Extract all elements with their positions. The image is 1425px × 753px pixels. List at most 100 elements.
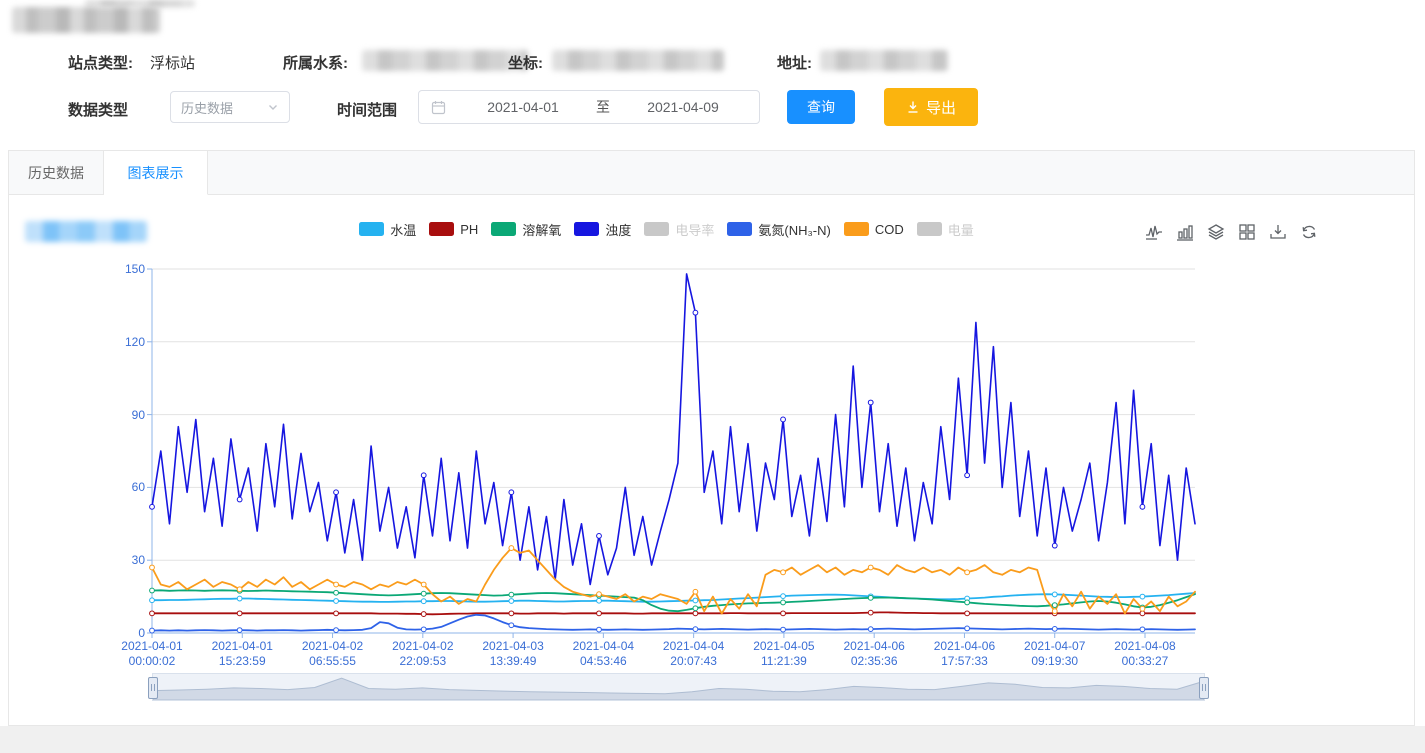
series-marker: [237, 611, 242, 616]
legend-item-COD[interactable]: COD: [844, 222, 904, 237]
series-marker: [868, 610, 873, 615]
data-zoom-slider[interactable]: [152, 673, 1205, 701]
legend-item-电量[interactable]: 电量: [917, 220, 974, 239]
query-button[interactable]: 查询: [787, 90, 855, 124]
series-marker: [150, 628, 155, 633]
series-line-浊度: [152, 274, 1195, 585]
series-marker: [421, 582, 426, 587]
series-marker: [1140, 504, 1145, 509]
data-type-label: 数据类型: [68, 99, 128, 120]
tab-chart-display[interactable]: 图表展示: [104, 151, 208, 195]
export-button-label: 导出: [926, 97, 956, 118]
series-marker: [1140, 627, 1145, 632]
series-marker: [965, 570, 970, 575]
series-marker: [693, 606, 698, 611]
series-marker: [421, 473, 426, 478]
x-tick-time: 02:35:36: [828, 654, 920, 669]
main-panel: 历史数据 图表展示 水温 PH 溶解氧 浊度电导率氨氮(NH₃-N) COD 电量: [8, 150, 1415, 726]
y-tick-label: 30: [99, 553, 145, 567]
x-tick-time: 13:39:49: [467, 654, 559, 669]
series-marker: [334, 590, 339, 595]
legend-item-电导率[interactable]: 电导率: [644, 220, 714, 239]
legend-label: COD: [875, 222, 904, 237]
tab-history-data[interactable]: 历史数据: [9, 151, 104, 194]
series-marker: [150, 588, 155, 593]
x-tick-date: 2021-04-02: [377, 639, 469, 654]
series-marker: [693, 598, 698, 603]
legend-chip: [727, 222, 752, 236]
data-zoom-right-handle[interactable]: [1199, 677, 1209, 699]
series-marker: [237, 596, 242, 601]
data-type-select[interactable]: 历史数据: [170, 91, 290, 123]
legend-label: PH: [460, 222, 478, 237]
date-end-value[interactable]: 2021-04-09: [628, 99, 738, 115]
legend-item-PH[interactable]: PH: [429, 222, 478, 237]
x-tick-label: 2021-04-0602:35:36: [828, 639, 920, 669]
series-marker: [965, 611, 970, 616]
series-marker: [1052, 609, 1057, 614]
x-tick-date: 2021-04-02: [287, 639, 379, 654]
water-system-label: 所属水系:: [283, 52, 348, 73]
x-tick-time: 20:07:43: [648, 654, 740, 669]
export-button[interactable]: 导出: [884, 88, 978, 126]
series-marker: [781, 600, 786, 605]
x-tick-label: 2021-04-0313:39:49: [467, 639, 559, 669]
series-marker: [509, 546, 514, 551]
station-type-label: 站点类型:: [68, 52, 133, 73]
series-marker: [150, 504, 155, 509]
x-tick-date: 2021-04-01: [106, 639, 198, 654]
legend-chip: [429, 222, 454, 236]
series-line-COD: [152, 548, 1195, 614]
magic-type-tiled-icon[interactable]: [1238, 223, 1256, 241]
series-marker: [965, 600, 970, 605]
series-marker: [150, 611, 155, 616]
series-marker: [1140, 594, 1145, 599]
date-separator: 至: [578, 97, 628, 117]
y-tick-label: 90: [99, 408, 145, 422]
series-marker: [421, 612, 426, 617]
legend-item-溶解氧[interactable]: 溶解氧: [491, 220, 561, 239]
y-tick-label: 60: [99, 480, 145, 494]
series-marker: [509, 611, 514, 616]
x-tick-time: 06:55:55: [287, 654, 379, 669]
chevron-down-icon: [267, 101, 279, 113]
series-marker: [693, 611, 698, 616]
legend-item-浊度[interactable]: 浊度: [574, 220, 631, 239]
legend-chip: [359, 222, 384, 236]
x-tick-time: 09:19:30: [1009, 654, 1101, 669]
x-tick-label: 2021-04-0115:23:59: [196, 639, 288, 669]
x-tick-date: 2021-04-06: [828, 639, 920, 654]
station-info-row: 站点类型: 浮标站 所属水系: 坐标: 地址:: [0, 48, 1425, 74]
series-marker: [1052, 626, 1057, 631]
legend-item-水温[interactable]: 水温: [359, 220, 416, 239]
series-marker: [421, 627, 426, 632]
restore-icon[interactable]: [1300, 223, 1318, 241]
x-tick-time: 17:57:33: [918, 654, 1010, 669]
x-tick-time: 22:09:53: [377, 654, 469, 669]
series-marker: [781, 417, 786, 422]
y-tick-label: 120: [99, 335, 145, 349]
data-zoom-left-handle[interactable]: [148, 677, 158, 699]
series-marker: [1052, 592, 1057, 597]
magic-type-line-icon[interactable]: [1145, 223, 1163, 241]
save-as-image-icon[interactable]: [1269, 223, 1287, 241]
series-marker: [597, 534, 602, 539]
magic-type-bar-icon[interactable]: [1176, 223, 1194, 241]
page-background-strip: [0, 726, 1425, 753]
date-range-picker[interactable]: 2021-04-01 至 2021-04-09: [418, 90, 760, 124]
magic-type-stack-icon[interactable]: [1207, 223, 1225, 241]
legend-label: 水温: [390, 220, 416, 239]
series-marker: [965, 473, 970, 478]
date-start-value[interactable]: 2021-04-01: [468, 99, 578, 115]
time-range-label: 时间范围: [337, 99, 397, 120]
legend-label: 浊度: [605, 220, 631, 239]
x-tick-date: 2021-04-07: [1009, 639, 1101, 654]
series-marker: [597, 592, 602, 597]
station-type-value: 浮标站: [150, 52, 195, 73]
series-marker: [781, 611, 786, 616]
legend-item-氨氮(NH₃-N)[interactable]: 氨氮(NH₃-N): [727, 220, 830, 239]
series-marker: [1052, 603, 1057, 608]
series-marker: [334, 628, 339, 633]
x-tick-date: 2021-04-05: [738, 639, 830, 654]
x-tick-date: 2021-04-08: [1099, 639, 1191, 654]
